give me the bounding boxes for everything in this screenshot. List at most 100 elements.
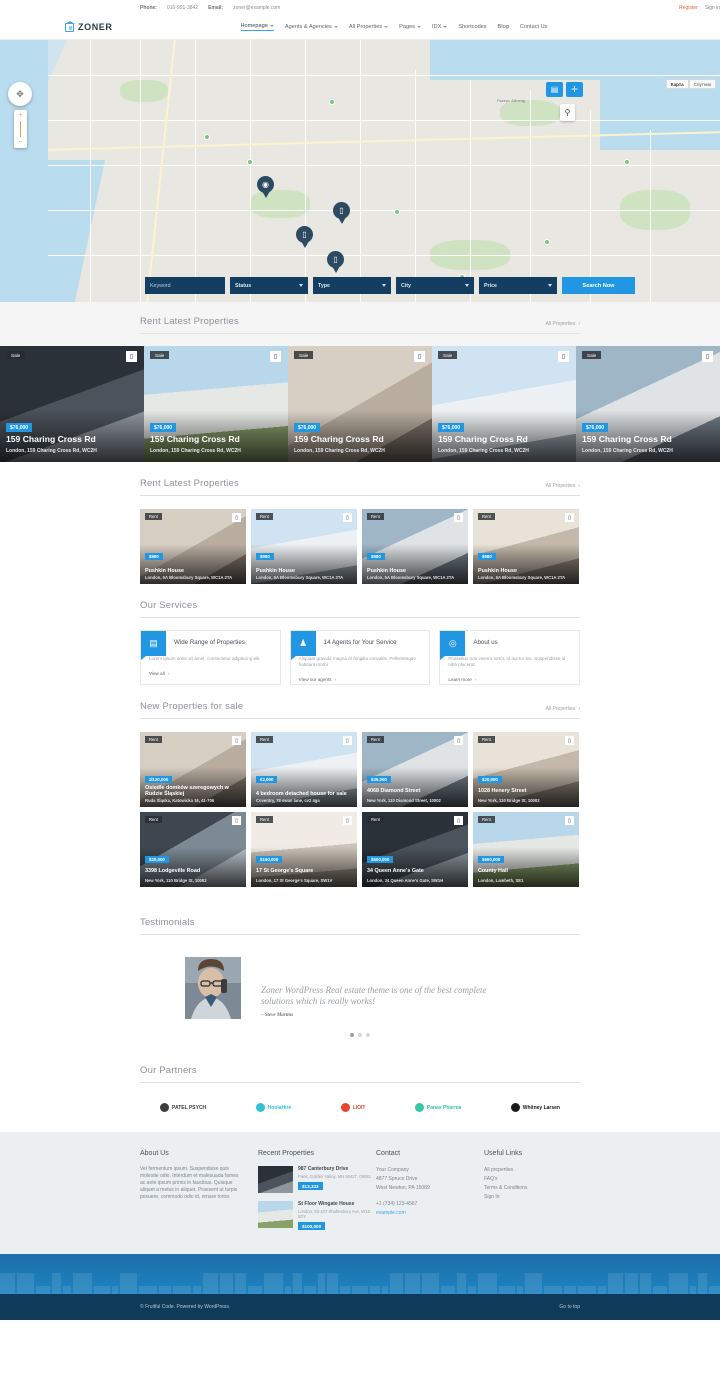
property-card[interactable]: Rent ▯ $980 Pushkin House London, 5A Bloomsb… [473, 509, 579, 584]
map-section[interactable]: ◉ ▯ ▯ ▯ ⚲ ▤ ✛ ✥ + − Карта Спутник Рикерс… [0, 40, 720, 302]
camera-icon[interactable]: ▯ [343, 736, 352, 745]
camera-icon[interactable]: ▯ [270, 351, 281, 362]
site-logo[interactable]: ZONER [64, 20, 113, 32]
go-to-top-link[interactable]: Go to top [559, 1304, 580, 1310]
register-link[interactable]: Register [679, 5, 698, 11]
map-label-island: Рикерс Айленд [497, 98, 526, 103]
property-card[interactable]: Rent ▯ $160,000 17 St George's Square London… [251, 812, 357, 887]
camera-icon[interactable]: ▯ [558, 351, 569, 362]
status-badge: Rent [256, 816, 273, 823]
all-properties-link[interactable]: All Properties › [546, 483, 580, 489]
nav-item-idx[interactable]: IDX [432, 24, 448, 30]
camera-icon[interactable]: ▯ [343, 513, 352, 522]
map-marker-dot[interactable] [395, 210, 399, 214]
testimonial-dot-2[interactable] [358, 1033, 362, 1037]
property-card[interactable]: Rent ▯ $980 Pushkin House London, 5A Bloomsb… [362, 509, 468, 584]
all-properties-link[interactable]: All Properties › [546, 321, 580, 327]
map-marker-button[interactable]: ⚲ [560, 104, 575, 121]
map-pin-property[interactable]: ▯ [327, 251, 344, 273]
camera-icon[interactable]: ▯ [565, 736, 574, 745]
all-properties-link[interactable]: All Properties › [546, 706, 580, 712]
nav-item-all-properties[interactable]: All Properties [349, 24, 389, 30]
service-card[interactable]: ▤ Wide Range of Properties Lorem ipsum dol… [140, 630, 281, 685]
status-badge: Rent [367, 816, 384, 823]
property-card[interactable]: Sale ▯ $76,000 159 Charing Cross Rd London, … [144, 346, 288, 462]
property-card[interactable]: Sale ▯ $76,000 159 Charing Cross Rd London, … [0, 346, 144, 462]
footer-link[interactable]: All properties [484, 1166, 527, 1175]
map-zoom-control[interactable]: + − [14, 110, 27, 148]
map-pan-control[interactable]: ✥ [8, 82, 32, 106]
service-card[interactable]: ◎ About us Phasellus non viverra tortor, i… [439, 630, 581, 685]
property-card[interactable]: Rent ▯ $980 Pushkin House London, 5A Bloomsb… [140, 509, 246, 584]
nav-item-agents-agencies[interactable]: Agents & Agencies [285, 24, 338, 30]
nav-item-blog[interactable]: Blog [498, 24, 509, 30]
map-type-toggle[interactable]: Карта Спутник [665, 79, 716, 89]
map-marker-dot[interactable] [625, 160, 629, 164]
recent-property-item[interactable]: 987 Canterbury Drive Paris, Golden Valley… [258, 1166, 376, 1193]
camera-icon[interactable]: ▯ [414, 351, 425, 362]
search-keyword-input[interactable]: Keyword [145, 277, 225, 294]
camera-icon[interactable]: ▯ [565, 513, 574, 522]
top-utility-bar: Phone: 010-991-3842 Email: zoner@example… [0, 0, 720, 15]
service-link[interactable]: Learn more › [448, 677, 476, 682]
nav-item-contact-us[interactable]: Contact Us [520, 24, 548, 30]
search-status-select[interactable]: Status [230, 277, 308, 294]
footer-link[interactable]: Terms & Conditions [484, 1184, 527, 1193]
map-fullscreen-button[interactable]: ✛ [566, 82, 583, 97]
property-card[interactable]: Rent ▯ $35,000 4068 Diamond Street New York,… [362, 732, 468, 807]
search-submit-button[interactable]: Search Now [562, 277, 635, 294]
testimonial-dot-3[interactable] [366, 1033, 370, 1037]
map-type-map[interactable]: Карта [665, 79, 689, 89]
nav-item-shortcodes[interactable]: Shortcodes [458, 24, 486, 30]
property-card[interactable]: Rent ▯ zł120,000 Osiedle domków szeregowych… [140, 732, 246, 807]
building-icon: ▯ [339, 206, 344, 215]
property-card[interactable]: Sale ▯ $76,000 159 Charing Cross Rd London, … [288, 346, 432, 462]
service-link[interactable]: View all › [149, 671, 169, 676]
map-marker-dot[interactable] [205, 135, 209, 139]
map-zoom-out[interactable]: − [18, 139, 22, 146]
property-card[interactable]: Rent ▯ $20,000 1028 Henery Street New York, … [473, 732, 579, 807]
map-pin-property[interactable]: ▯ [333, 202, 350, 224]
map-zoom-slider[interactable] [19, 121, 22, 137]
property-card[interactable]: Sale ▯ $76,000 159 Charing Cross Rd London, … [576, 346, 720, 462]
testimonial-dot-1[interactable] [350, 1033, 354, 1037]
map-marker-dot[interactable] [330, 100, 334, 104]
camera-icon[interactable]: ▯ [232, 736, 241, 745]
service-title: 14 Agents for Your Service [323, 639, 397, 646]
camera-icon[interactable]: ▯ [454, 513, 463, 522]
search-type-select[interactable]: Type [313, 277, 391, 294]
map-pin-property[interactable]: ◉ [257, 176, 274, 198]
camera-icon[interactable]: ▯ [343, 816, 352, 825]
camera-icon[interactable]: ▯ [454, 736, 463, 745]
search-city-select[interactable]: City [396, 277, 474, 294]
camera-icon[interactable]: ▯ [232, 513, 241, 522]
chevron-down-icon [548, 284, 552, 287]
property-card[interactable]: Rent ▯ $500,000 34 Queen Anne's Gate London,… [362, 812, 468, 887]
property-card[interactable]: Rent ▯ €2,000 4 bedroom detached house for … [251, 732, 357, 807]
camera-icon[interactable]: ▯ [565, 816, 574, 825]
footer-link[interactable]: FAQ's [484, 1175, 527, 1184]
property-card[interactable]: Rent ▯ $600,000 County Hall London, Lambeth,… [473, 812, 579, 887]
map-layers-button[interactable]: ▤ [546, 82, 563, 97]
camera-icon[interactable]: ▯ [454, 816, 463, 825]
signin-link[interactable]: Sign in [705, 5, 720, 11]
property-card[interactable]: Sale ▯ $76,000 159 Charing Cross Rd London, … [432, 346, 576, 462]
camera-icon[interactable]: ▯ [702, 351, 713, 362]
property-card[interactable]: Rent ▯ $980 Pushkin House London, 5A Bloomsb… [251, 509, 357, 584]
camera-icon[interactable]: ▯ [126, 351, 137, 362]
search-price-select[interactable]: Price [479, 277, 557, 294]
map-zoom-in[interactable]: + [18, 112, 22, 119]
property-card[interactable]: Rent ▯ $20,000 3398 Lodgeville Road New York… [140, 812, 246, 887]
service-card[interactable]: ♟ 14 Agents for Your Service Aliquam gravi… [289, 630, 431, 685]
nav-item-homepage[interactable]: Homepage [240, 23, 274, 31]
camera-icon[interactable]: ▯ [232, 816, 241, 825]
nav-item-pages[interactable]: Pages [399, 24, 421, 30]
map-marker-dot[interactable] [545, 240, 549, 244]
map-pin-property[interactable]: ▯ [296, 226, 313, 248]
footer-email-link[interactable]: example.com [376, 1210, 406, 1216]
recent-property-item[interactable]: St Floor Wingate House London, 93-107 Sha… [258, 1201, 376, 1230]
service-link[interactable]: View our agents › [299, 677, 336, 682]
map-marker-dot[interactable] [248, 160, 252, 164]
map-type-satellite[interactable]: Спутник [688, 79, 716, 89]
footer-link[interactable]: Sign In [484, 1193, 527, 1202]
